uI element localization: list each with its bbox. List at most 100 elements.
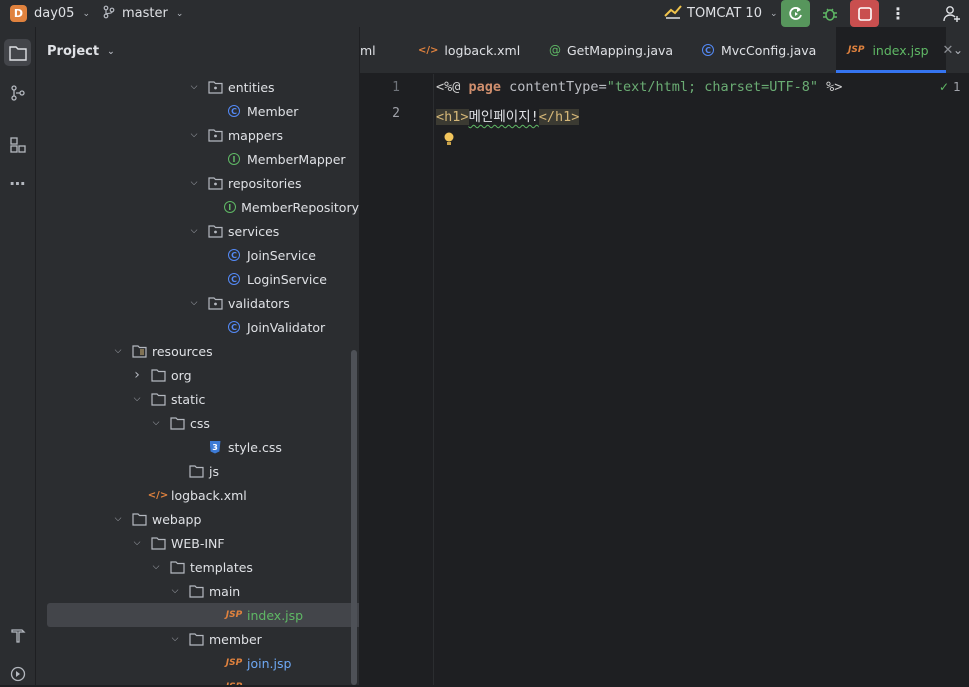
inspection-widget[interactable]: ✓ 1	[939, 80, 961, 94]
tab-overflow-button[interactable]: ⌄	[953, 27, 963, 73]
chevron-down-icon[interactable]: ⌵	[169, 586, 181, 596]
tab-getmapping-java[interactable]: @ GetMapping.java	[549, 27, 673, 73]
services-tool-button[interactable]	[4, 660, 31, 687]
tree-item[interactable]: ⌵ validators	[36, 291, 359, 315]
tree-item[interactable]: JSP	[36, 675, 359, 685]
chevron-down-icon[interactable]: ⌵	[131, 394, 143, 404]
tree-item[interactable]: I MemberMapper	[36, 147, 359, 171]
active-tab-indicator	[836, 70, 946, 73]
tree-item-label: index.jsp	[247, 607, 304, 623]
resources-folder-icon	[131, 343, 147, 359]
more-actions-button[interactable]: ⋮	[886, 0, 910, 27]
tree-item-label: css	[190, 415, 210, 431]
tree-item[interactable]: ⌵ templates	[36, 555, 359, 579]
run-config-name: TOMCAT 10	[687, 6, 762, 21]
tab-index-jsp[interactable]: JSP index.jsp ✕	[836, 27, 953, 73]
tree-item-label: entities	[228, 79, 275, 95]
add-user-button[interactable]	[938, 0, 966, 27]
structure-tool-button[interactable]	[4, 131, 31, 158]
tree-item-label: LoginService	[247, 271, 327, 287]
class-icon: C	[226, 103, 242, 119]
tree-item-label: services	[228, 223, 280, 239]
tree-item[interactable]: C JoinService	[36, 243, 359, 267]
chevron-down-icon[interactable]: ⌵	[112, 514, 124, 524]
chevron-down-icon[interactable]: ⌵	[150, 562, 162, 572]
tree-item[interactable]: ⌵ resources	[36, 339, 359, 363]
commit-tool-button[interactable]	[4, 79, 31, 106]
tree-item[interactable]: ⌵ services	[36, 219, 359, 243]
package-icon	[207, 127, 223, 143]
chevron-down-icon[interactable]: ⌵	[188, 82, 200, 92]
chevron-right-icon[interactable]: ›	[131, 367, 143, 383]
project-switcher[interactable]: D day05 ⌄	[10, 0, 90, 27]
tree-item-label: mappers	[228, 127, 284, 143]
chevron-down-icon[interactable]: ⌵	[169, 634, 181, 644]
tree-item[interactable]: C JoinValidator	[36, 315, 359, 339]
tree-item[interactable]: ⌵ webapp	[36, 507, 359, 531]
tree-item[interactable]: ⌵ main	[36, 579, 359, 603]
tree-item-label: webapp	[152, 511, 202, 527]
tree-item[interactable]: js	[36, 459, 359, 483]
chevron-down-icon[interactable]: ⌵	[131, 538, 143, 548]
chevron-down-icon[interactable]: ⌵	[188, 226, 200, 236]
build-tool-button[interactable]	[4, 621, 31, 648]
chevron-down-icon[interactable]: ⌵	[150, 418, 162, 428]
jsp-file-icon: JSP	[848, 45, 865, 55]
branch-switcher[interactable]: master ⌄	[102, 0, 183, 27]
tree-item[interactable]: ⌵ WEB-INF	[36, 531, 359, 555]
chevron-down-icon[interactable]: ⌵	[188, 130, 200, 140]
tree-scrollbar[interactable]	[351, 350, 357, 685]
tab-truncated[interactable]: ml	[360, 27, 400, 73]
close-icon[interactable]: ✕	[943, 43, 954, 58]
project-tree: ⌵ entities C Member ⌵ mappers I MemberMapper ⌵ re…	[36, 75, 359, 685]
editor-tab-bar: ml </> logback.xml @ GetMapping.java C M…	[360, 27, 969, 74]
tree-item[interactable]: ⌵ css	[36, 411, 359, 435]
tree-item[interactable]: › org	[36, 363, 359, 387]
more-tools-button[interactable]: ⋯	[4, 170, 31, 197]
stop-button[interactable]	[850, 0, 879, 27]
project-tool-button[interactable]	[4, 39, 31, 66]
html-close-tag: </h1>	[538, 109, 580, 125]
tree-item[interactable]: C Member	[36, 99, 359, 123]
tab-mvcconfig-java[interactable]: C MvcConfig.java	[702, 27, 816, 73]
tree-item[interactable]: ⌵ repositories	[36, 171, 359, 195]
html-text: 메인페이지!	[468, 109, 539, 125]
lightbulb-icon[interactable]	[442, 131, 456, 151]
editor-gutter: 1 2	[360, 74, 434, 685]
tab-logback-xml[interactable]: </> logback.xml	[418, 27, 520, 73]
run-config-selector[interactable]: TOMCAT 10 ⌄	[663, 0, 778, 27]
xml-file-icon: </>	[147, 489, 169, 501]
tree-item-label: join.jsp	[247, 655, 292, 671]
tree-item[interactable]: ⌵ mappers	[36, 123, 359, 147]
project-panel-header[interactable]: Project ⌄	[47, 44, 115, 59]
code-editor[interactable]: <%@ page contentType="text/html; charset…	[434, 74, 969, 685]
tree-item[interactable]: 3 style.css	[36, 435, 359, 459]
tree-item-label: MemberRepository	[241, 199, 359, 215]
chevron-down-icon[interactable]: ⌵	[188, 298, 200, 308]
tree-item[interactable]: ⌵ static	[36, 387, 359, 411]
code-line-1: <%@ page contentType="text/html; charset…	[436, 79, 842, 95]
debug-button[interactable]	[816, 0, 844, 27]
code-line-2: <h1>메인페이지!</h1>	[436, 105, 580, 125]
tree-item[interactable]: C LoginService	[36, 267, 359, 291]
tree-item-label: logback.xml	[171, 487, 247, 503]
tree-item[interactable]: </> logback.xml	[36, 483, 359, 507]
bug-icon	[823, 8, 837, 21]
git-branch-icon	[102, 5, 116, 23]
chevron-down-icon[interactable]: ⌵	[188, 178, 200, 188]
chevron-down-icon[interactable]: ⌵	[112, 346, 124, 356]
html-open-tag: <h1>	[436, 109, 469, 125]
main-toolbar: D day05 ⌄ master ⌄ TOMCAT 10 ⌄ ⋮	[0, 0, 969, 27]
project-badge: D	[10, 5, 27, 22]
annotation-icon: @	[549, 43, 561, 57]
tab-label: ml	[360, 42, 376, 58]
panel-title: Project	[47, 44, 100, 59]
tree-item[interactable]: ⌵ entities	[36, 75, 359, 99]
rerun-button[interactable]	[781, 0, 810, 27]
tree-item[interactable]: I MemberRepository	[36, 195, 359, 219]
tree-item[interactable]: ⌵ member	[36, 627, 359, 651]
class-icon: C	[226, 247, 242, 263]
tree-item[interactable]: JSP index.jsp	[47, 603, 359, 627]
tree-item[interactable]: JSP join.jsp	[36, 651, 359, 675]
jsp-directive-close: %>	[818, 79, 843, 95]
